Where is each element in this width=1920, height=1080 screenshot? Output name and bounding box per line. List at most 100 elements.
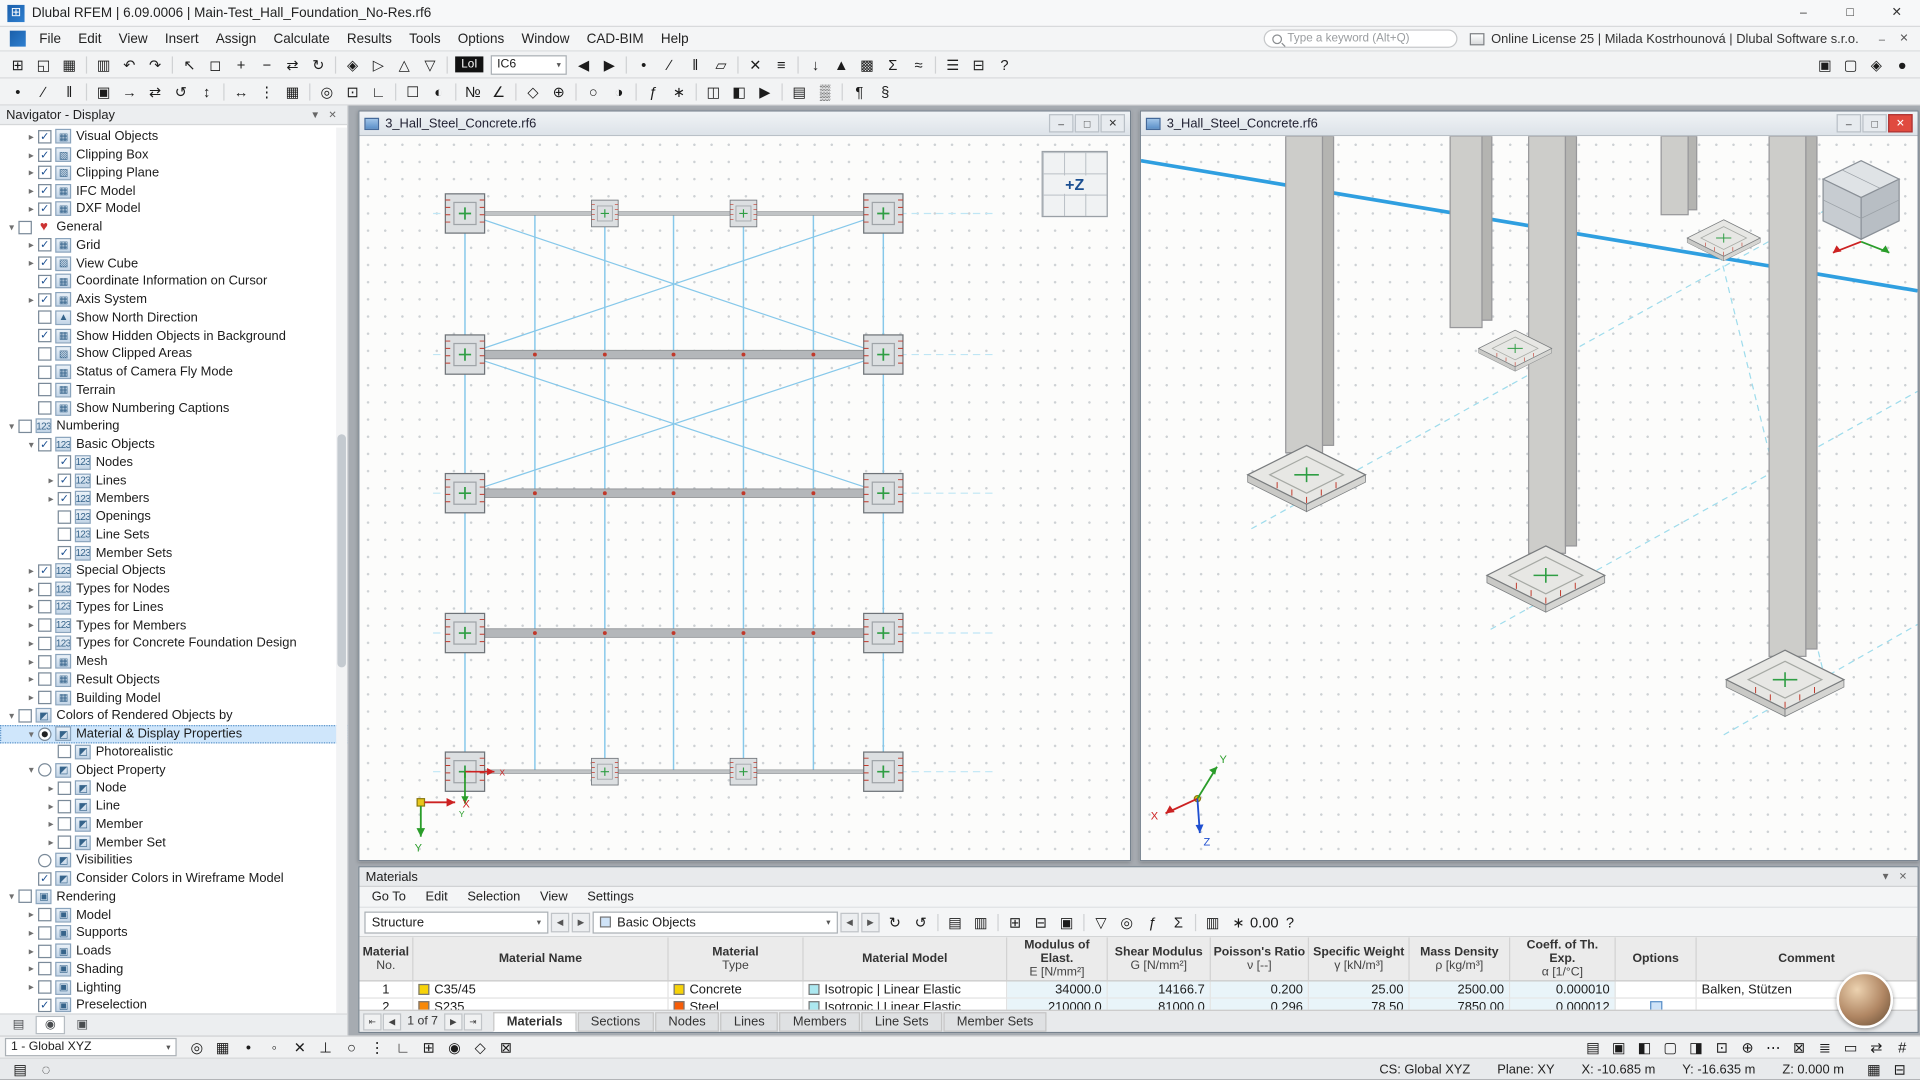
tree-item-checkbox[interactable] xyxy=(38,292,52,307)
screenshot[interactable]: ▢ xyxy=(1838,53,1864,75)
tree-item-checkbox[interactable] xyxy=(38,184,52,198)
viewport-title-bar[interactable]: 3_Hall_Steel_Concrete.rf6 – □ ✕ xyxy=(359,111,1130,137)
tree-item-checkbox[interactable] xyxy=(18,419,32,433)
menu-item[interactable]: Edit xyxy=(70,29,110,49)
column-header[interactable]: Modulus of Elast. E [N/mm²] xyxy=(1007,937,1108,981)
background-layers[interactable]: ▤ xyxy=(786,80,812,102)
copy-row[interactable]: ▣ xyxy=(1054,911,1080,933)
menu-item[interactable]: Options xyxy=(449,29,513,49)
ortho-mode[interactable]: ∟ xyxy=(366,80,392,102)
last-table-button[interactable]: ⇥ xyxy=(463,1012,483,1030)
redo[interactable]: ↷ xyxy=(142,53,168,75)
tree-item[interactable]: ▦ Show Hidden Objects in Background xyxy=(0,327,347,345)
expander-icon[interactable] xyxy=(25,185,38,196)
render-view-canvas[interactable]: X Y Z x/y/t = 1.000/1.000/0.250 mx/y/t =… xyxy=(1140,136,1918,861)
insert-member[interactable]: ‖ xyxy=(682,53,708,75)
coordinate-system[interactable]: ⊕ xyxy=(546,80,572,102)
tree-item-checkbox[interactable] xyxy=(18,708,32,723)
tree-item[interactable]: ▧ Clipping Plane xyxy=(0,164,347,182)
tree-item[interactable]: ◩ Colors of Rendered Objects by xyxy=(0,707,347,725)
snap-perpendicular[interactable]: ⊥ xyxy=(313,1036,339,1058)
material-row[interactable]: 1 C35/45 Concrete Isotropic | Linear Ela… xyxy=(359,981,1918,999)
viewport-close-button[interactable]: ✕ xyxy=(1888,114,1913,133)
expander-icon[interactable] xyxy=(25,584,38,595)
expander-icon[interactable] xyxy=(25,439,38,450)
materials-menu-item[interactable]: Edit xyxy=(416,888,458,905)
tree-item[interactable]: ▦ IFC Model xyxy=(0,182,347,200)
tree-item-checkbox[interactable] xyxy=(38,600,52,614)
tree-item[interactable]: ◩ Member Set xyxy=(0,833,347,851)
basic-objects-combobox[interactable]: Basic Objects ▾ xyxy=(592,910,838,934)
tree-item[interactable]: 123 Nodes xyxy=(0,453,347,471)
tree-item-checkbox[interactable] xyxy=(38,871,52,886)
expander-icon[interactable] xyxy=(44,837,57,848)
keyword-search[interactable] xyxy=(1264,29,1458,48)
tree-item-checkbox[interactable] xyxy=(38,202,52,216)
tree-item-checkbox[interactable] xyxy=(57,745,72,759)
expander-icon[interactable] xyxy=(25,620,38,631)
tree-item[interactable]: 123 Basic Objects xyxy=(0,435,347,453)
tree-item-checkbox[interactable] xyxy=(38,310,52,325)
clipping-box[interactable]: ◫ xyxy=(701,80,727,102)
snap-node[interactable]: • xyxy=(236,1036,262,1058)
expander-icon[interactable] xyxy=(25,131,38,142)
tree-item[interactable]: ◩ Material & Display Properties xyxy=(0,724,348,743)
next-page-button[interactable]: ▶ xyxy=(444,1012,463,1030)
plan-view-canvas[interactable]: X Y X Y x/y/t = 1.500/1.500/0.400 mx/y/t… xyxy=(359,136,1130,861)
table-print[interactable]: ▥ xyxy=(1200,911,1226,933)
table-sum[interactable]: Σ xyxy=(1165,911,1191,933)
edit-node[interactable]: • xyxy=(5,80,31,102)
render-toggle[interactable]: ▣ xyxy=(1606,1036,1632,1058)
tree-item-checkbox[interactable] xyxy=(38,998,52,1012)
table-settings[interactable]: ∗ xyxy=(1226,911,1252,933)
ribbon-minimize-icon[interactable]: – xyxy=(1871,33,1893,45)
tree-item-checkbox[interactable] xyxy=(38,147,52,162)
column-header[interactable]: Comment xyxy=(1697,937,1918,981)
tree-item[interactable]: 123 Members xyxy=(0,490,347,508)
expander-icon[interactable] xyxy=(25,692,38,703)
layers[interactable]: ≣ xyxy=(1812,1036,1838,1058)
menu-item[interactable]: Assign xyxy=(207,29,265,49)
expander-icon[interactable] xyxy=(25,167,38,178)
table-import[interactable]: ▥ xyxy=(968,911,994,933)
rotate-object[interactable]: ↺ xyxy=(168,80,194,102)
close-icon[interactable]: ✕ xyxy=(1894,871,1911,882)
view-cube[interactable]: +Z xyxy=(1041,150,1108,218)
tree-item-checkbox[interactable] xyxy=(38,618,52,632)
table-refresh[interactable]: ↻ xyxy=(882,911,908,933)
grid-toggle[interactable]: ▦ xyxy=(210,1036,236,1058)
camera-fly[interactable]: ▶ xyxy=(752,80,778,102)
expander-icon[interactable] xyxy=(44,475,57,486)
render-settings[interactable]: ◈ xyxy=(1864,53,1890,75)
loi-badge[interactable]: LoI xyxy=(455,56,484,73)
tree-item[interactable]: ▣ Rendering xyxy=(0,888,347,906)
column-header[interactable]: Poisson's Ratio ν [--] xyxy=(1211,937,1310,981)
table-fx[interactable]: ƒ xyxy=(1140,911,1166,933)
tree-item[interactable]: 123 Openings xyxy=(0,508,347,526)
menu-item[interactable]: Results xyxy=(338,29,400,49)
column-header[interactable]: Options xyxy=(1616,937,1697,981)
tree-item-checkbox[interactable] xyxy=(57,781,72,795)
window-maximize-button[interactable]: □ xyxy=(1827,0,1874,26)
panel-small-toggle[interactable]: ⊟ xyxy=(1887,1058,1913,1080)
save-model[interactable]: ▦ xyxy=(56,53,82,75)
user-profile[interactable]: ● xyxy=(1889,53,1915,75)
numbering[interactable]: № xyxy=(460,80,486,102)
table-export-excel[interactable]: ▤ xyxy=(942,911,968,933)
next-table-button[interactable]: ▶ xyxy=(571,912,591,932)
tree-item-checkbox[interactable] xyxy=(18,220,32,234)
viewport-maximize-button[interactable]: □ xyxy=(1862,114,1887,133)
snap-midpoint[interactable]: ◦ xyxy=(261,1036,287,1058)
menu-item[interactable]: Calculate xyxy=(265,29,338,49)
tree-item[interactable]: ◩ Photorealistic xyxy=(0,743,347,761)
object-snap[interactable]: ◎ xyxy=(314,80,340,102)
column-header[interactable]: Material No. xyxy=(359,937,414,981)
tree-item[interactable]: ▣ Loads xyxy=(0,942,347,960)
tree-item[interactable]: 123 Types for Lines xyxy=(0,598,347,616)
calculate-all[interactable]: Σ xyxy=(880,53,906,75)
select-objects[interactable]: ↖ xyxy=(177,53,203,75)
mirror-object[interactable]: ⇄ xyxy=(142,80,168,102)
expander-icon[interactable] xyxy=(5,710,18,721)
tree-item[interactable]: ▧ Clipping Box xyxy=(0,146,347,164)
tree-item[interactable]: ▦ Coordinate Information on Cursor xyxy=(0,272,347,290)
